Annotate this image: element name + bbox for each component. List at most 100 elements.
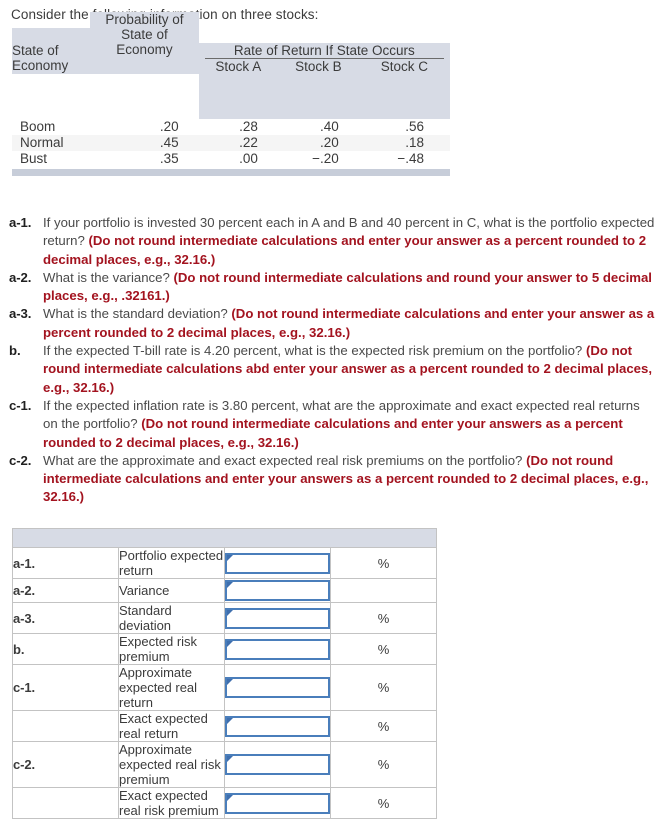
question-emphasis-text: (Do not round intermediate calculations …: [43, 233, 647, 267]
answer-row-exact-real-return: Exact expected real return %: [12, 710, 437, 742]
question-label: c-1.: [9, 397, 32, 413]
answer-description: Approximate expected real return: [118, 664, 225, 711]
question-label: a-2.: [9, 269, 32, 285]
row-header-state-of-economy: State of Economy: [12, 28, 91, 73]
cell-stock-a: .00: [239, 151, 258, 166]
question-body: If the expected T-bill rate is 4.20 perc…: [43, 342, 657, 397]
answer-input-box[interactable]: [225, 552, 330, 574]
answer-description: Approximate expected real risk premium: [118, 741, 225, 788]
answer-input[interactable]: [227, 640, 328, 658]
answer-unit: %: [330, 710, 437, 742]
data-table-spanner-label: Rate of Return If State Occurs: [233, 43, 415, 58]
answer-row-c-2: c-2. Approximate expected real risk prem…: [12, 741, 437, 788]
question-label: b.: [9, 343, 21, 359]
answer-unit: %: [330, 787, 437, 819]
cell-stock-c: .18: [405, 135, 424, 150]
question-plain-text: What is the standard deviation?: [43, 306, 232, 322]
answer-key: a-2.: [12, 578, 119, 603]
answer-input[interactable]: [227, 609, 328, 627]
answer-input-cell[interactable]: [224, 602, 331, 634]
question-a-3: a-3. What is the standard deviation? (Do…: [9, 305, 657, 342]
cell-stock-a: .28: [239, 119, 258, 134]
answer-input-cell[interactable]: [224, 787, 331, 819]
table-row: Bust .35 .00 −.20 −.48: [12, 151, 450, 167]
question-body: What is the standard deviation? (Do not …: [43, 305, 657, 342]
answer-key: b.: [12, 633, 119, 665]
answer-description: Exact expected real return: [118, 710, 225, 742]
answer-description: Variance: [118, 578, 225, 603]
question-body: What is the variance? (Do not round inte…: [43, 269, 657, 306]
answer-row-a-3: a-3. Standard deviation %: [12, 602, 437, 634]
answer-input-box[interactable]: [225, 607, 330, 629]
answer-unit: [330, 578, 437, 603]
row-header-probability: Probability of State of Economy: [90, 12, 199, 57]
answer-input-box[interactable]: [225, 580, 330, 601]
question-b: b. If the expected T-bill rate is 4.20 p…: [9, 342, 657, 397]
answer-key: c-1.: [12, 664, 119, 711]
cell-stock-a: .22: [239, 135, 258, 150]
question-body: What are the approximate and exact expec…: [43, 452, 657, 507]
answer-row-c-1: c-1. Approximate expected real return %: [12, 664, 437, 711]
cell-probability: .45: [159, 135, 179, 150]
answer-input[interactable]: [227, 554, 328, 572]
table-row: Boom .20 .28 .40 .56: [12, 119, 450, 135]
answer-unit: %: [330, 602, 437, 634]
answer-row-a-1: a-1. Portfolio expected return %: [12, 547, 437, 579]
answer-table-header-row: [12, 528, 437, 548]
question-plain-text: If the expected T-bill rate is 4.20 perc…: [43, 343, 586, 359]
answer-description: Exact expected real risk premium: [118, 787, 225, 819]
answer-input[interactable]: [227, 756, 328, 773]
cell-stock-b: −.20: [312, 151, 339, 166]
answer-unit: %: [330, 547, 437, 579]
answer-unit: %: [330, 741, 437, 788]
answer-description: Portfolio expected return: [118, 547, 225, 579]
answer-table: a-1. Portfolio expected return % a-2. Va…: [12, 528, 437, 819]
table-row: Normal .45 .22 .20 .18: [12, 135, 450, 151]
answer-row-b: b. Expected risk premium %: [12, 633, 437, 665]
answer-key: a-1.: [12, 547, 119, 579]
data-table-body: Boom .20 .28 .40 .56 Normal .45 .22 .20 …: [12, 119, 450, 167]
answer-input-cell[interactable]: [224, 578, 331, 603]
question-a-1: a-1. If your portfolio is invested 30 pe…: [9, 214, 657, 269]
answer-key: [12, 787, 119, 819]
question-body: If the expected inflation rate is 3.80 p…: [43, 397, 657, 452]
answer-input-cell[interactable]: [224, 664, 331, 711]
answer-key: c-2.: [12, 741, 119, 788]
cell-stock-b: .20: [319, 135, 339, 150]
answer-input[interactable]: [227, 679, 328, 696]
cell-state: Normal: [20, 135, 64, 150]
answer-input-cell[interactable]: [224, 710, 331, 742]
answer-row-exact-real-risk-premium: Exact expected real risk premium %: [12, 787, 437, 819]
cell-stock-c: .56: [405, 119, 424, 134]
answer-input-box[interactable]: [225, 638, 330, 660]
question-label: c-2.: [9, 452, 32, 468]
question-a-2: a-2. What is the variance? (Do not round…: [9, 269, 657, 306]
answer-input-cell[interactable]: [224, 633, 331, 665]
data-table-footer-bar: [12, 169, 450, 176]
question-c-2: c-2. What are the approximate and exact …: [9, 452, 657, 507]
question-c-1: c-1. If the expected inflation rate is 3…: [9, 397, 657, 452]
cell-probability: .20: [159, 119, 179, 134]
answer-input-box[interactable]: [225, 792, 330, 814]
cell-probability: .35: [159, 151, 179, 166]
question-label: a-1.: [9, 215, 32, 230]
answer-unit: %: [330, 633, 437, 665]
col-header-stock-b: Stock B: [295, 59, 342, 74]
answer-input-box[interactable]: [225, 754, 330, 775]
answer-table-header-cell: [12, 528, 437, 548]
answer-description: Standard deviation: [118, 602, 225, 634]
col-header-stock-c: Stock C: [380, 59, 428, 74]
cell-stock-b: .40: [319, 119, 339, 134]
answer-input[interactable]: [227, 794, 328, 812]
question-plain-text: What is the variance?: [43, 269, 174, 285]
cell-state: Boom: [20, 119, 56, 134]
questions-list: a-1. If your portfolio is invested 30 pe…: [9, 214, 657, 507]
answer-input-cell[interactable]: [224, 741, 331, 788]
answer-key: [12, 710, 119, 742]
answer-input[interactable]: [227, 717, 328, 735]
answer-input-box[interactable]: [225, 715, 330, 737]
answer-description: Expected risk premium: [118, 633, 225, 665]
answer-input-box[interactable]: [225, 677, 330, 698]
answer-input-cell[interactable]: [224, 547, 331, 579]
answer-input[interactable]: [227, 582, 328, 599]
